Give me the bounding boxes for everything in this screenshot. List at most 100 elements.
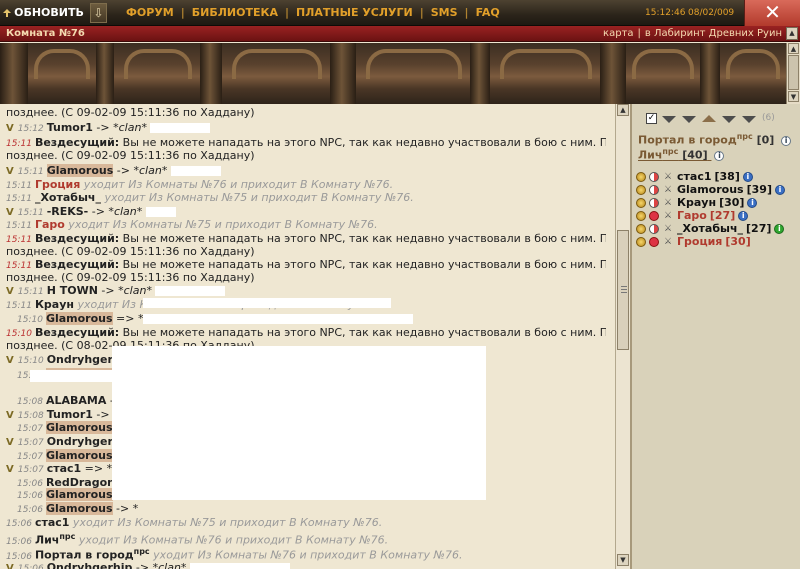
scroll-thumb[interactable]	[788, 55, 799, 90]
status-icon[interactable]	[636, 198, 646, 208]
player-name[interactable]: Glamorous	[45, 421, 113, 434]
npc-lich[interactable]: Личпрс [40] i	[638, 147, 725, 162]
filter-arrow-icon[interactable]	[682, 116, 696, 123]
npc-tag: прс	[133, 547, 150, 556]
player-row[interactable]: ⚔ Glamorous [39] i	[636, 183, 785, 196]
reply-icon[interactable]: V	[6, 166, 14, 177]
menu-forum[interactable]: ФОРУМ	[121, 0, 179, 26]
menu-library[interactable]: БИБЛИОТЕКА	[187, 0, 283, 26]
player-name[interactable]: Tumor1	[47, 408, 93, 421]
room-scroll-up-button[interactable]: ▲	[786, 27, 798, 40]
info-icon[interactable]: i	[738, 211, 749, 221]
player-name[interactable]: Glamorous	[677, 183, 744, 196]
player-name[interactable]: Glamorous	[45, 312, 113, 325]
filter-arrow-icon[interactable]	[742, 116, 756, 123]
menu-sms[interactable]: SMS	[426, 0, 463, 26]
chat-text: -> *	[92, 121, 119, 134]
reply-icon[interactable]: V	[6, 410, 14, 421]
npc-portal[interactable]: Портал в городпрс [0] i	[638, 132, 792, 147]
player-name[interactable]: H TOWN	[47, 284, 98, 297]
npc-portal-tag: прс	[736, 132, 753, 141]
info-icon[interactable]: i	[774, 224, 785, 234]
player-name[interactable]: _Хотабыч_	[35, 191, 101, 204]
close-button[interactable]: ✕	[744, 0, 800, 26]
player-row[interactable]: ⚔ _Хотабыч_ [27] i	[636, 222, 785, 235]
chat-line: V 15:06 Ondryhgerhip -> *clan*	[6, 561, 606, 569]
status-icon[interactable]	[636, 211, 646, 221]
player-row[interactable]: ⚔ Гроция [30]	[636, 235, 751, 248]
reply-icon[interactable]: V	[6, 286, 14, 297]
chat-text: *	[141, 121, 151, 134]
move-text: уходит Из Комнаты №75 и приходит В Комна…	[64, 218, 378, 231]
npc-name[interactable]: Портал в город	[35, 549, 134, 562]
reply-icon[interactable]: V	[6, 207, 14, 218]
player-name[interactable]: Glamorous	[45, 502, 113, 515]
info-icon[interactable]: i	[774, 185, 785, 195]
move-text: уходит Из Комнаты №76 и приходит В Комна…	[80, 178, 394, 191]
refresh-button[interactable]: ОБНОВИТЬ	[0, 2, 88, 24]
player-name[interactable]: Гроция	[35, 178, 80, 191]
player-name[interactable]: Ondryhgerhip	[47, 561, 133, 569]
filter-arrow-icon[interactable]	[702, 115, 716, 122]
player-row[interactable]: ⚔ Гаро [27] i	[636, 209, 749, 222]
player-row[interactable]: ⚔ Краун [30] i	[636, 196, 758, 209]
player-name[interactable]: Краун	[35, 298, 74, 311]
info-icon[interactable]: i	[742, 172, 753, 182]
chat-scroll-down-icon[interactable]: ▼	[617, 554, 629, 566]
player-name[interactable]: Glamorous	[45, 488, 113, 501]
filter-checkbox[interactable]: ✓	[646, 113, 657, 124]
player-name[interactable]: Glamorous	[46, 164, 114, 177]
chat-line: 15:11 _Хотабыч_ уходит Из Комнаты №75 и п…	[6, 191, 606, 206]
chat-text: *	[180, 561, 190, 569]
player-name[interactable]: Краун	[677, 196, 716, 209]
status-icon[interactable]	[636, 224, 646, 234]
chat-scroll-up-icon[interactable]: ▲	[617, 104, 629, 116]
chat-scrollbar[interactable]: ▲ ▼	[615, 104, 630, 569]
chat-text: -> *	[88, 205, 114, 218]
chat-text: -> *	[132, 561, 159, 569]
info-icon[interactable]: i	[781, 135, 792, 146]
player-name[interactable]: Tumor1	[47, 121, 93, 134]
player-name[interactable]: Glamorous	[45, 449, 113, 462]
filter-arrow-icon[interactable]	[722, 116, 736, 123]
move-text: уходит Из Комнаты №75 и приходит В Комна…	[100, 191, 414, 204]
player-row[interactable]: ⚔ стас1 [38] i	[636, 170, 753, 183]
player-name[interactable]: стас1	[35, 516, 70, 529]
player-name[interactable]: Гаро	[677, 209, 707, 222]
chat-text: Вы не можете нападать на этого NPC, так …	[122, 326, 606, 339]
location-scrollbar[interactable]: ▲ ▼	[786, 43, 800, 104]
reply-icon[interactable]: V	[6, 563, 14, 569]
filter-arrow-icon[interactable]	[662, 116, 676, 123]
status-icon[interactable]	[636, 185, 646, 195]
player-name[interactable]: стас1	[47, 462, 82, 475]
menu-paid-services[interactable]: ПЛАТНЫЕ УСЛУГИ	[291, 0, 418, 26]
status-icon[interactable]	[636, 237, 646, 247]
download-arrow-button[interactable]: ⇩	[90, 3, 107, 23]
reply-icon[interactable]: V	[6, 464, 14, 475]
npc-lich-count: [40]	[682, 148, 708, 162]
status-icon[interactable]	[636, 172, 646, 182]
reply-icon[interactable]: V	[6, 437, 14, 448]
info-icon[interactable]: i	[714, 150, 725, 161]
player-name[interactable]: _Хотабыч_	[677, 222, 743, 235]
close-icon: ✕	[764, 0, 781, 24]
reply-icon[interactable]: V	[6, 123, 14, 134]
player-name[interactable]: стас1	[677, 170, 712, 183]
reply-icon[interactable]: V	[6, 355, 14, 366]
scroll-down-arrow-icon[interactable]: ▼	[788, 91, 799, 102]
chat-time: 15:06	[17, 491, 43, 501]
scroll-up-arrow-icon[interactable]: ▲	[788, 43, 799, 54]
player-name[interactable]: -REKS-	[47, 205, 89, 218]
player-name[interactable]: Гроция	[677, 235, 722, 248]
player-name[interactable]: Гаро	[35, 218, 65, 231]
sword-icon: ⚔	[663, 237, 673, 247]
chat-text: -> *	[97, 284, 124, 297]
chat-time: 15:11	[17, 287, 44, 297]
info-icon[interactable]: i	[747, 198, 758, 208]
chat-scroll-thumb[interactable]	[617, 230, 629, 350]
refresh-icon	[3, 9, 11, 17]
map-link[interactable]: карта	[603, 28, 633, 39]
menu-faq[interactable]: FAQ	[471, 0, 505, 26]
sword-icon: ⚔	[663, 224, 673, 234]
player-name[interactable]: ALABAMA	[46, 394, 106, 407]
